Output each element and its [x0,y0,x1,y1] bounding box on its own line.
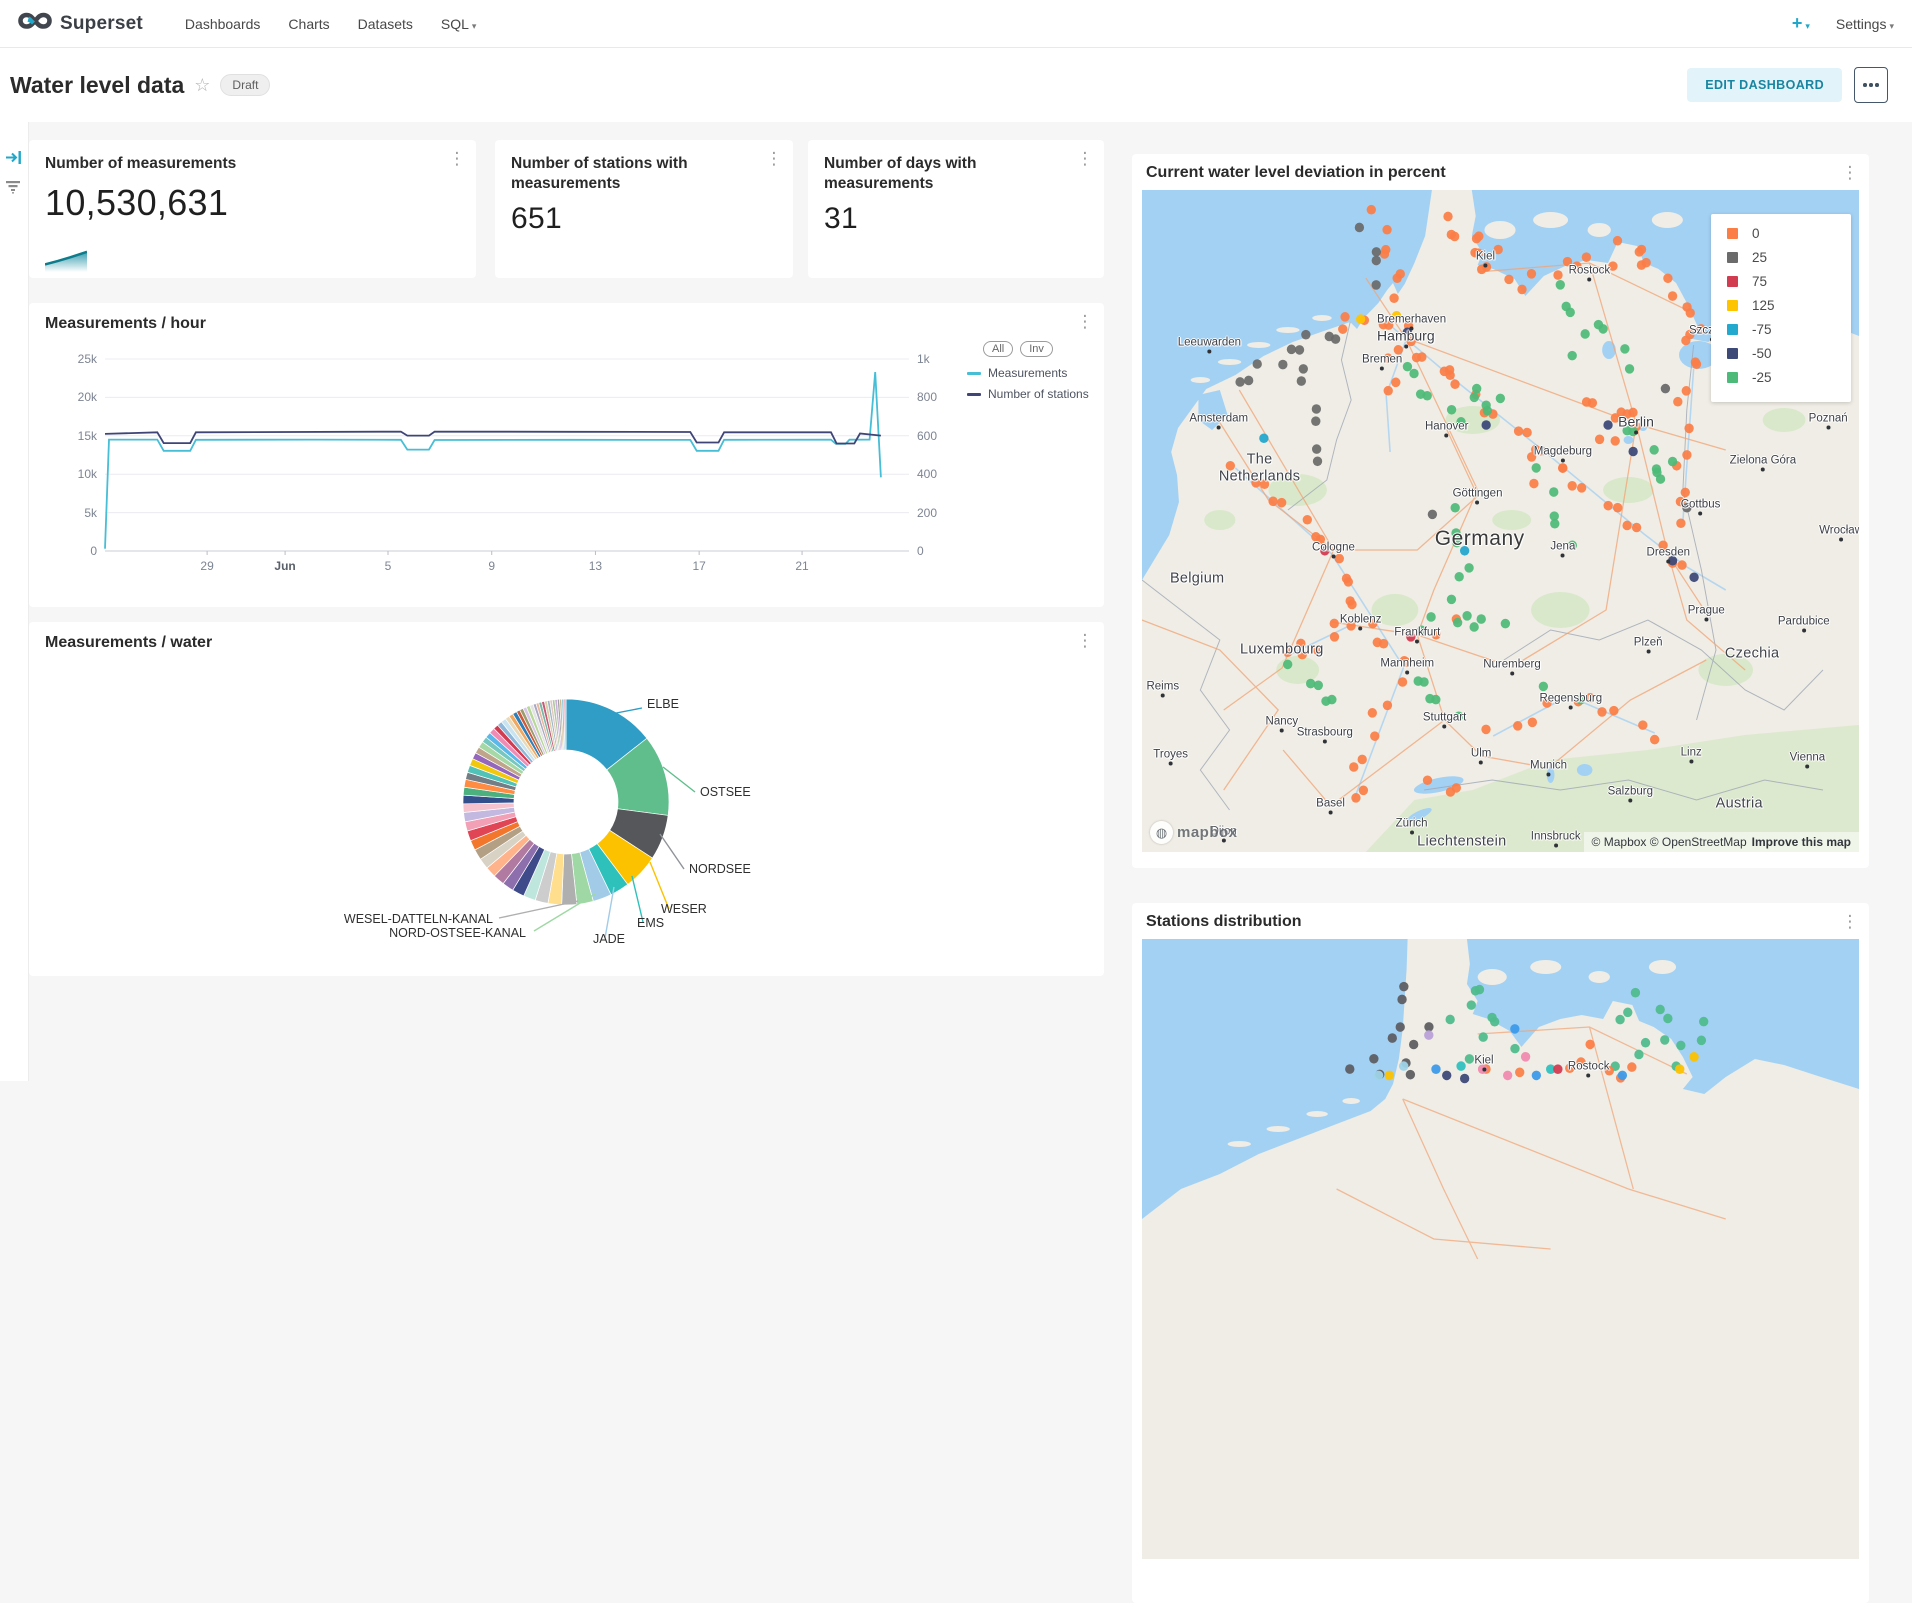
legend-inv-button[interactable]: Inv [1020,341,1053,357]
axis-tick-label: 25k [59,352,97,366]
map-legend-item[interactable]: -50 [1727,346,1839,361]
kpi-card-days: ⋮ Number of days with measurements 31 [808,140,1104,278]
donut-label-elbe: ELBE [647,697,679,711]
donut-label-nordsee: NORDSEE [689,862,751,876]
page-title: Water level data [10,72,184,99]
donut-label-jade: JADE [593,932,625,946]
map-legend-item[interactable]: 25 [1727,250,1839,265]
status-badge: Draft [220,74,270,96]
axis-tick-label: 0 [59,544,97,558]
brand-name: Superset [60,13,143,35]
map-legend-item[interactable]: 0 [1727,226,1839,241]
nav-sql[interactable]: SQL▾ [441,16,477,32]
map-attribution: © Mapbox © OpenStreetMap Improve this ma… [1584,832,1859,852]
map-canvas[interactable]: KielRostock [1142,939,1859,1559]
favorite-star-icon[interactable]: ☆ [194,75,210,96]
map-legend-item[interactable]: -25 [1727,370,1839,385]
mapbox-logo[interactable]: ◍ mapbox [1150,821,1238,844]
stations-map-card: Stations distribution ⋮ [1132,903,1869,1603]
donut-label-wesel-datteln-kanal: WESEL-DATTELN-KANAL [344,912,493,926]
axis-tick-label: 1k [917,352,930,366]
hour-chart-card: Measurements / hour ⋮ 25k20k15k10k5k01k8… [29,303,1104,607]
axis-tick-label: 10k [59,467,97,481]
filter-icon[interactable] [5,180,21,199]
axis-tick-label: 13 [577,559,613,573]
kpi-card-measurements: ⋮ Number of measurements 10,530,631 [29,140,476,278]
deviation-map-card: Current water level deviation in percent… [1132,154,1869,868]
more-options-button[interactable] [1854,67,1888,103]
axis-tick-label: 0 [917,544,924,558]
chevron-down-icon: ▾ [1805,21,1810,31]
axis-tick-label: 400 [917,467,937,481]
expand-filters-icon[interactable] [5,150,22,170]
axis-tick-label: Jun [267,559,303,573]
kebab-menu-icon[interactable]: ⋮ [765,150,783,167]
map-legend-item[interactable]: 125 [1727,298,1839,313]
kpi-value: 31 [824,202,1088,236]
donut-label-ostsee: OSTSEE [700,785,751,799]
dashboard-grid: ⋮ Number of measurements 10,530,631 ⋮ Nu… [0,122,1912,1081]
legend-all-button[interactable]: All [983,341,1013,357]
settings-menu[interactable]: Settings▾ [1836,16,1894,32]
axis-tick-label: 600 [917,429,937,443]
legend-item-measurements[interactable]: Measurements [967,366,1089,380]
axis-tick-label: 5 [370,559,406,573]
map-canvas[interactable]: LeeuwardenAmsterdamBremerhavenKielRostoc… [1142,190,1859,852]
donut-label-weser: WESER [661,902,707,916]
axis-tick-label: 17 [681,559,717,573]
filter-rail [0,122,29,1081]
donut-label-nord-ostsee-kanal: NORD-OSTSEE-KANAL [389,926,526,940]
map-legend-item[interactable]: -75 [1727,322,1839,337]
donut-chart [29,622,1104,976]
kpi-value: 651 [511,202,777,236]
legend-item-stations[interactable]: Number of stations [967,387,1089,401]
water-chart-card: Measurements / water ⋮ ELBE OSTSEE NORDS… [29,622,1104,976]
edit-dashboard-button[interactable]: EDIT DASHBOARD [1687,68,1842,102]
top-navbar: Superset Dashboards Charts Datasets SQL▾… [0,0,1912,48]
kebab-menu-icon[interactable]: ⋮ [448,150,466,167]
chart-title: Stations distribution [1146,913,1302,931]
axis-tick-label: 200 [917,506,937,520]
axis-tick-label: 9 [474,559,510,573]
chevron-down-icon: ▾ [1889,21,1894,31]
kpi-title: Number of days with measurements [824,154,1088,194]
nav-charts[interactable]: Charts [288,16,329,32]
kebab-menu-icon[interactable]: ⋮ [1841,913,1859,930]
nav-dashboards[interactable]: Dashboards [185,16,261,32]
axis-tick-label: 20k [59,390,97,404]
new-item-button[interactable]: +▾ [1792,13,1810,34]
chevron-down-icon: ▾ [472,21,477,31]
axis-tick-label: 800 [917,390,937,404]
axis-tick-label: 21 [784,559,820,573]
donut-label-ems: EMS [637,916,664,930]
kpi-sparkline [45,230,87,272]
chart-legend: All Inv Measurements Number of stations [967,341,1089,408]
axis-tick-label: 15k [59,429,97,443]
chart-title: Current water level deviation in percent [1146,164,1446,182]
dashboard-header: Water level data ☆ Draft EDIT DASHBOARD [0,48,1912,122]
kpi-title: Number of stations with measurements [511,154,777,194]
kebab-menu-icon[interactable]: ⋮ [1841,164,1859,181]
superset-logo-icon [18,10,52,37]
superset-brand[interactable]: Superset [18,10,143,37]
nav-datasets[interactable]: Datasets [358,16,413,32]
improve-map-link[interactable]: Improve this map [1752,835,1851,849]
kebab-menu-icon[interactable]: ⋮ [1076,150,1094,167]
axis-tick-label: 29 [189,559,225,573]
kpi-card-stations: ⋮ Number of stations with measurements 6… [495,140,793,278]
axis-tick-label: 5k [59,506,97,520]
map-legend-item[interactable]: 75 [1727,274,1839,289]
kpi-title: Number of measurements [45,154,460,174]
map-legend: 0 25 75 125 -75 -50 -25 [1711,214,1851,402]
kpi-value: 10,530,631 [45,182,460,224]
